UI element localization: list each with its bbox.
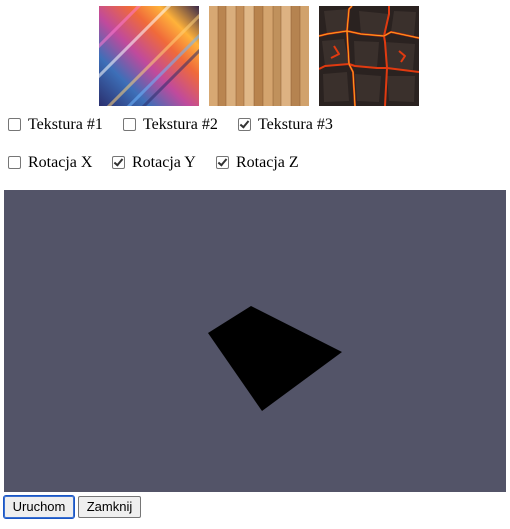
texture-1-checkbox[interactable]	[8, 118, 21, 131]
rotating-quad-shape	[208, 306, 342, 411]
texture-3-image[interactable]	[319, 6, 419, 106]
render-canvas[interactable]	[4, 190, 506, 492]
webgl-demo-page: Tekstura #1 Tekstura #2 Tekstura #3 Rota…	[0, 0, 510, 529]
texture-2-image[interactable]	[209, 6, 309, 106]
texture-1-image[interactable]	[99, 6, 199, 106]
close-button[interactable]: Zamknij	[78, 496, 141, 518]
texture-1-label: Tekstura #1	[28, 116, 103, 133]
run-button[interactable]: Uruchom	[3, 495, 75, 519]
wood-planks-texture	[209, 6, 309, 106]
colorful-streaks-texture	[99, 6, 199, 106]
rotation-y-label: Rotacja Y	[132, 154, 196, 171]
rotation-x-checkbox[interactable]	[8, 156, 21, 169]
texture-2-checkbox[interactable]	[123, 118, 136, 131]
rotation-z-label: Rotacja Z	[236, 154, 299, 171]
lava-cracks-texture	[319, 6, 419, 106]
rotation-x-label: Rotacja X	[28, 154, 93, 171]
texture-2-label: Tekstura #2	[143, 116, 218, 133]
rotation-y-checkbox[interactable]	[112, 156, 125, 169]
scene-svg	[208, 306, 342, 411]
texture-3-checkbox[interactable]	[238, 118, 251, 131]
rotation-z-checkbox[interactable]	[216, 156, 229, 169]
texture-3-label: Tekstura #3	[258, 116, 333, 133]
